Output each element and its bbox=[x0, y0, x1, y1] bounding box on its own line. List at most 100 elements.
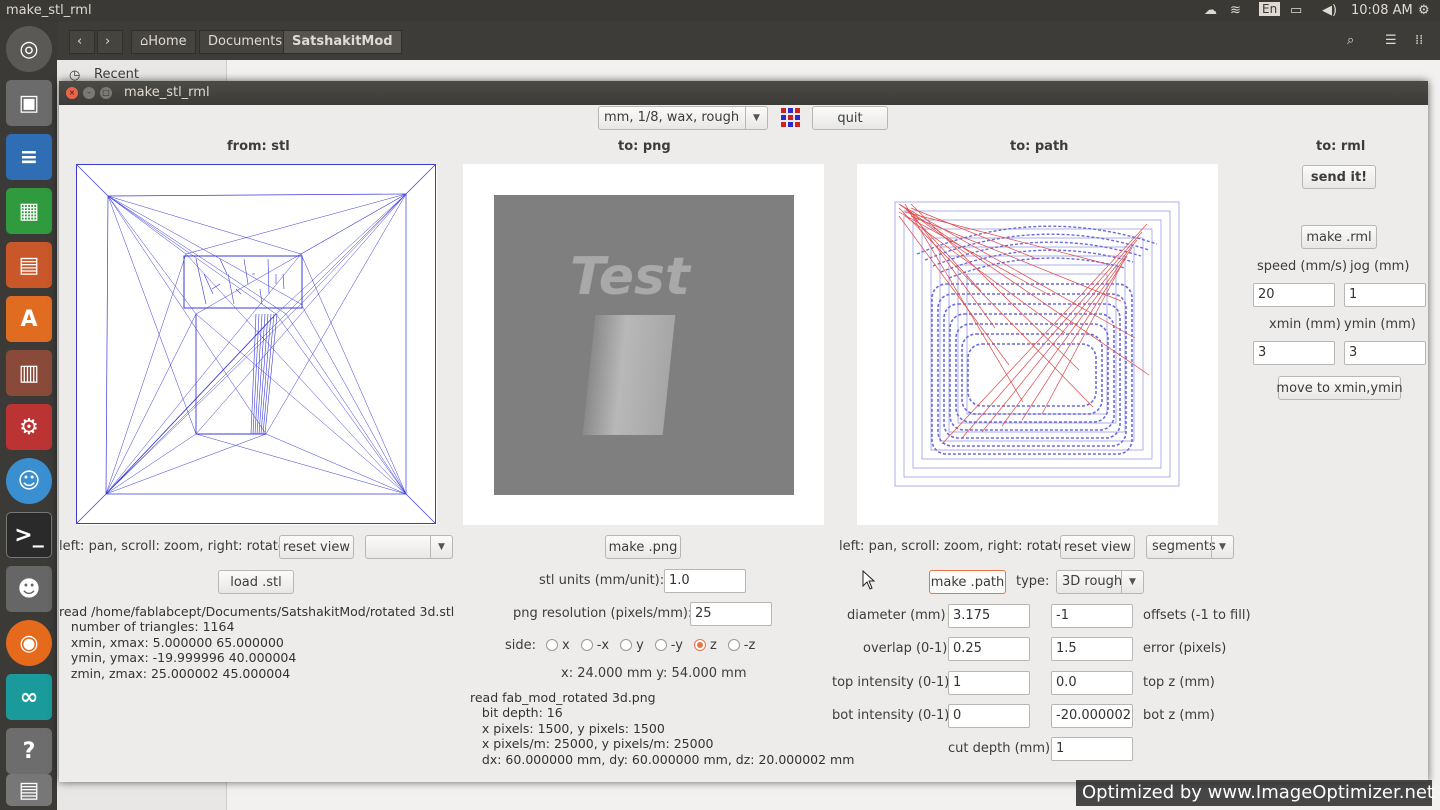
path-display-select[interactable]: segments ▼ bbox=[1146, 535, 1234, 559]
mesh-edge bbox=[267, 258, 270, 295]
breadcrumb-documents[interactable]: Documents bbox=[199, 30, 292, 54]
battery-icon[interactable]: ▭ bbox=[1290, 3, 1302, 18]
top-z-input[interactable]: 0.0 bbox=[1051, 671, 1133, 695]
offsets-input[interactable]: -1 bbox=[1051, 604, 1133, 628]
grid-view-icon[interactable]: ⁞⁞ bbox=[1407, 30, 1431, 54]
make-rml-button[interactable]: make .rml bbox=[1301, 225, 1377, 249]
side-label: side: bbox=[505, 638, 537, 653]
side-radio-label: -y bbox=[670, 638, 683, 653]
radio-icon bbox=[727, 639, 740, 651]
radio-icon bbox=[654, 639, 667, 651]
side-radio--x[interactable]: -x bbox=[580, 638, 609, 653]
stl-3d-view[interactable] bbox=[75, 163, 437, 525]
mesh-edge bbox=[262, 313, 275, 435]
impress-icon[interactable]: ▤ bbox=[6, 242, 52, 288]
path-rapid bbox=[961, 231, 1143, 439]
path-rapid bbox=[1021, 255, 1128, 421]
settings-icon[interactable]: ⚙ bbox=[6, 404, 52, 450]
path-reset-view-button[interactable]: reset view bbox=[1060, 535, 1135, 559]
firefox-icon[interactable]: ◉ bbox=[6, 620, 52, 666]
png-resolution-input[interactable]: 25 bbox=[690, 602, 772, 626]
top-panel: make_stl_rml ☁ ≋ En ▭ ◀) 10:08 AM ⚙ bbox=[0, 0, 1440, 22]
xmin-input[interactable]: 3 bbox=[1253, 341, 1335, 365]
ymin-input[interactable]: 3 bbox=[1344, 341, 1426, 365]
cut-depth-input[interactable]: 1 bbox=[1051, 737, 1133, 761]
side-radio-y[interactable]: y bbox=[620, 638, 644, 653]
path-rapid bbox=[1001, 247, 1133, 427]
wifi-icon[interactable]: ≋ bbox=[1230, 3, 1241, 18]
path-type-select[interactable]: 3D rough ▼ bbox=[1056, 570, 1144, 594]
path-view[interactable] bbox=[857, 164, 1218, 525]
stl-header: from: stl bbox=[227, 139, 290, 154]
speed-label: speed (mm/s) bbox=[1257, 259, 1348, 274]
path-arc bbox=[940, 249, 1134, 273]
maximize-icon[interactable]: □ bbox=[100, 87, 112, 99]
overlap-input[interactable]: 0.25 bbox=[948, 637, 1030, 661]
error-input[interactable]: 1.5 bbox=[1051, 637, 1133, 661]
stl-units-input[interactable]: 1.0 bbox=[664, 569, 746, 593]
error-label: error (pixels) bbox=[1143, 641, 1227, 656]
bot-intensity-input[interactable]: 0 bbox=[948, 704, 1030, 728]
mesh-edge bbox=[195, 258, 207, 305]
speed-input[interactable]: 20 bbox=[1253, 283, 1335, 307]
mesh-edge bbox=[265, 193, 407, 435]
breadcrumb-satshakitmod[interactable]: SatshakitMod bbox=[283, 30, 402, 54]
back-button[interactable]: ‹ bbox=[69, 30, 95, 54]
bot-z-input[interactable]: -20.000002 bbox=[1051, 704, 1133, 728]
arduino-icon[interactable]: ∞ bbox=[6, 674, 52, 720]
preset-select[interactable]: mm, 1/8, wax, rough ▼ bbox=[598, 106, 768, 130]
breadcrumb-home[interactable]: ⌂Home bbox=[131, 30, 196, 54]
dropbox-icon[interactable]: ☁ bbox=[1204, 3, 1217, 18]
png-heightmap: Test bbox=[494, 195, 794, 495]
mesh-edge bbox=[185, 193, 407, 255]
path-contour-rough bbox=[961, 333, 1103, 415]
minimize-icon[interactable]: – bbox=[83, 87, 95, 99]
radio-icon bbox=[546, 639, 558, 651]
files-icon[interactable]: ▥ bbox=[6, 350, 52, 396]
software-center-icon[interactable]: A bbox=[6, 296, 52, 342]
stl-view-hint: left: pan, scroll: zoom, right: rotate bbox=[59, 539, 286, 554]
help-icon[interactable]: ? bbox=[6, 728, 52, 774]
camera-icon[interactable]: ▣ bbox=[6, 80, 52, 126]
path-contour-rough bbox=[967, 343, 1097, 407]
gear-icon[interactable]: ⚙ bbox=[1418, 3, 1430, 18]
load-stl-button[interactable]: load .stl bbox=[218, 570, 294, 594]
top-z-label: top z (mm) bbox=[1143, 675, 1215, 690]
mesh-edge bbox=[300, 303, 407, 495]
forward-button[interactable]: › bbox=[97, 30, 123, 54]
move-to-xmin-ymin-button[interactable]: move to xmin,ymin bbox=[1276, 376, 1403, 400]
volume-icon[interactable]: ◀) bbox=[1322, 3, 1337, 18]
side-radio-x[interactable]: x bbox=[546, 638, 570, 653]
dash-icon[interactable]: ◎ bbox=[6, 26, 52, 72]
close-icon[interactable]: × bbox=[66, 87, 78, 99]
diameter-input[interactable]: 3.175 bbox=[948, 604, 1030, 628]
side-radio--y[interactable]: -y bbox=[654, 638, 683, 653]
stl-info: read /home/fablabcept/Documents/Satshaki… bbox=[59, 604, 454, 681]
terminal-icon[interactable]: >_ bbox=[6, 512, 52, 558]
keyboard-indicator[interactable]: En bbox=[1259, 2, 1281, 16]
send-it-button[interactable]: send it! bbox=[1302, 165, 1376, 189]
radio-icon bbox=[620, 639, 633, 651]
mesh-edge bbox=[107, 195, 277, 315]
calc-icon[interactable]: ▦ bbox=[6, 188, 52, 234]
stl-reset-view-button[interactable]: reset view bbox=[279, 535, 354, 559]
mesh-edge bbox=[107, 195, 287, 315]
top-intensity-input[interactable]: 1 bbox=[948, 671, 1030, 695]
gimp-icon[interactable]: ☻ bbox=[6, 566, 52, 612]
side-radio-z[interactable]: z bbox=[693, 638, 717, 653]
make-path-button[interactable]: make .path bbox=[929, 570, 1006, 594]
side-radio--z[interactable]: -z bbox=[727, 638, 755, 653]
jog-input[interactable]: 1 bbox=[1344, 283, 1426, 307]
search-icon[interactable]: ⌕ bbox=[1339, 30, 1362, 54]
quit-button[interactable]: quit bbox=[812, 106, 888, 130]
pidgin-icon[interactable]: ☺ bbox=[6, 458, 52, 504]
stl-view-select[interactable]: ▼ bbox=[365, 535, 453, 559]
writer-icon[interactable]: ≡ bbox=[6, 134, 52, 180]
mouse-cursor-icon bbox=[862, 570, 876, 590]
list-view-icon[interactable]: ☰ bbox=[1377, 30, 1405, 54]
trash-icon[interactable]: ▤ bbox=[6, 774, 52, 806]
clock[interactable]: 10:08 AM bbox=[1351, 3, 1413, 18]
png-block bbox=[582, 315, 676, 435]
sidebar-item-recent[interactable]: Recent bbox=[94, 67, 139, 82]
make-png-button[interactable]: make .png bbox=[605, 535, 681, 559]
